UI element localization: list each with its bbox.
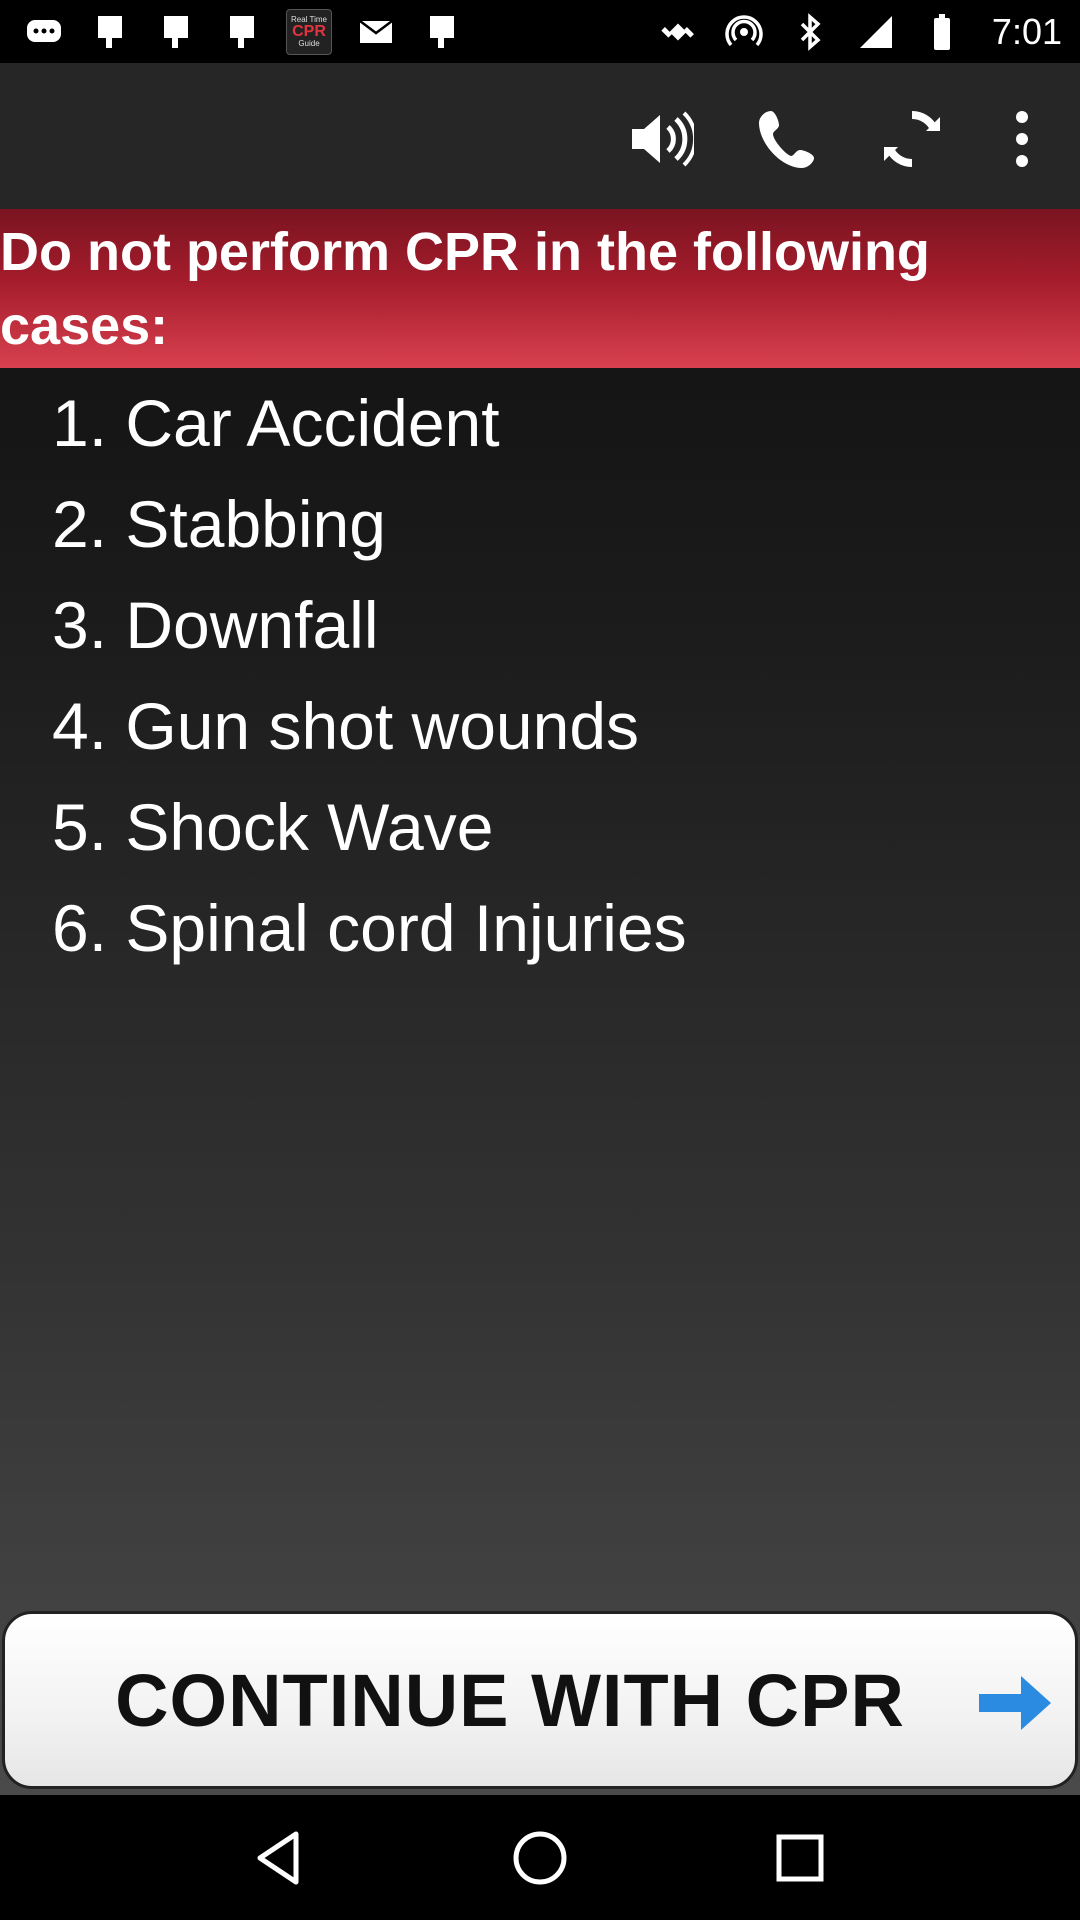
back-button[interactable] bbox=[245, 1823, 315, 1893]
flag-icon bbox=[154, 12, 198, 52]
action-bar bbox=[0, 63, 1080, 209]
recents-button[interactable] bbox=[765, 1823, 835, 1893]
list-item: 3. Downfall bbox=[52, 588, 379, 662]
bluetooth-icon bbox=[788, 12, 832, 52]
refresh-icon[interactable] bbox=[872, 99, 952, 179]
flag-icon bbox=[420, 12, 464, 52]
message-icon bbox=[22, 12, 66, 52]
mail-icon bbox=[354, 12, 398, 52]
status-left: Real Time CPR Guide bbox=[22, 8, 464, 55]
home-button[interactable] bbox=[505, 1823, 575, 1893]
phone-icon[interactable] bbox=[747, 99, 827, 179]
flag-icon bbox=[88, 12, 132, 52]
list-item: 2. Stabbing bbox=[52, 487, 386, 561]
status-bar: Real Time CPR Guide 7:01 bbox=[0, 0, 1080, 63]
warning-header: Do not perform CPR in the following case… bbox=[0, 209, 1080, 368]
app-content: Do not perform CPR in the following case… bbox=[0, 63, 1080, 1795]
back-icon bbox=[257, 1831, 299, 1884]
recents-icon bbox=[776, 1834, 824, 1881]
badge-text-bottom: Guide bbox=[298, 38, 320, 48]
status-right: 7:01 bbox=[656, 11, 1062, 53]
home-icon bbox=[513, 1831, 567, 1884]
list-item: 4. Gun shot wounds bbox=[52, 689, 640, 763]
cases-list: 1. Car Accident 2. Stabbing 3. Downfall … bbox=[52, 373, 687, 979]
continue-with-cpr-button[interactable]: CONTINUE WITH CPR bbox=[2, 1611, 1078, 1789]
signal-icon bbox=[854, 12, 898, 52]
status-time: 7:01 bbox=[991, 10, 1062, 52]
badge-text-main: CPR bbox=[292, 22, 326, 40]
flag-icon bbox=[220, 12, 264, 52]
continue-button-label: CONTINUE WITH CPR bbox=[115, 1658, 905, 1742]
list-item: 6. Spinal cord Injuries bbox=[52, 891, 687, 965]
battery-icon bbox=[920, 12, 964, 52]
arrow-right-icon bbox=[979, 1676, 1051, 1730]
hotspot-icon bbox=[722, 12, 766, 52]
warning-text: Do not perform CPR in the following case… bbox=[0, 222, 930, 356]
navigation-bar bbox=[0, 1795, 1080, 1920]
cpr-app-icon: Real Time CPR Guide bbox=[286, 8, 332, 55]
list-item: 1. Car Accident bbox=[52, 386, 500, 460]
list-item: 5. Shock Wave bbox=[52, 790, 494, 864]
fake-gps-icon bbox=[656, 12, 700, 52]
volume-icon[interactable] bbox=[620, 99, 700, 179]
more-vert-icon[interactable] bbox=[982, 99, 1062, 179]
